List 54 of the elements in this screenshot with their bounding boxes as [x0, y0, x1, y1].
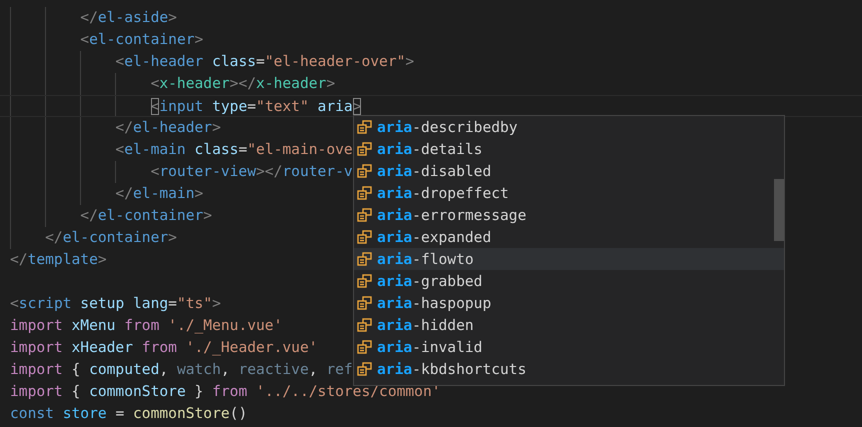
suggestion-label: aria-hidden: [377, 316, 474, 334]
suggestion-label: aria-errormessage: [377, 206, 526, 224]
boxes-icon: [357, 274, 372, 288]
suggestion-label: aria-expanded: [377, 228, 492, 246]
code-line: import { commonStore } from '../../stores/common': [10, 382, 441, 402]
boxes-icon: [357, 230, 372, 244]
suggestion-label: aria-disabled: [377, 162, 492, 180]
suggestion-item[interactable]: aria-flowto: [354, 248, 784, 270]
suggestion-item[interactable]: aria-haspopup: [354, 292, 784, 314]
code-line: <router-view></router-v: [150, 162, 353, 182]
suggestion-label: aria-describedby: [377, 118, 518, 136]
boxes-icon: [357, 252, 372, 266]
boxes-icon: [357, 362, 372, 376]
boxes-icon: [357, 318, 372, 332]
suggestion-label: aria-grabbed: [377, 272, 482, 290]
code-line: </el-main>: [115, 184, 204, 204]
code-line: <el-main class="el-main-ove: [115, 140, 353, 160]
code-line: <el-header class="el-header-over">: [115, 52, 414, 72]
suggestion-label: aria-flowto: [377, 250, 474, 268]
code-line: import xMenu from './_Menu.vue': [10, 316, 282, 336]
suggestion-item[interactable]: aria-describedby: [354, 116, 784, 138]
code-line: <script setup lang="ts">: [10, 294, 221, 314]
code-line: </el-header>: [115, 118, 221, 138]
scrollbar-thumb[interactable]: [774, 179, 784, 241]
boxes-icon: [357, 142, 372, 156]
suggestion-item[interactable]: aria-errormessage: [354, 204, 784, 226]
code-line: </el-container>: [45, 228, 177, 248]
code-line: <x-header></x-header>: [150, 74, 336, 94]
code-line: </el-aside>: [80, 8, 177, 28]
boxes-icon: [357, 120, 372, 134]
boxes-icon: [357, 296, 372, 310]
code-line: const store = commonStore(): [10, 404, 248, 424]
boxes-icon: [357, 164, 372, 178]
suggestion-label: aria-invalid: [377, 338, 482, 356]
suggestion-item[interactable]: aria-hidden: [354, 314, 784, 336]
boxes-icon: [357, 186, 372, 200]
suggestion-label: aria-haspopup: [377, 294, 492, 312]
suggestion-label: aria-dropeffect: [377, 184, 509, 202]
code-line: </template>: [10, 250, 107, 270]
suggestion-item[interactable]: aria-dropeffect: [354, 182, 784, 204]
suggestion-label: aria-details: [377, 140, 482, 158]
suggestion-item[interactable]: aria-kbdshortcuts: [354, 358, 784, 380]
suggestion-label: aria-kbdshortcuts: [377, 360, 526, 378]
suggestion-item[interactable]: aria-expanded: [354, 226, 784, 248]
boxes-icon: [357, 340, 372, 354]
suggestion-item[interactable]: aria-disabled: [354, 160, 784, 182]
suggestion-item[interactable]: aria-details: [354, 138, 784, 160]
suggestion-item[interactable]: aria-invalid: [354, 336, 784, 358]
code-line: import { computed, watch, reactive, ref: [10, 360, 353, 380]
code-line: import xHeader from './_Header.vue': [10, 338, 318, 358]
suggestion-item[interactable]: aria-grabbed: [354, 270, 784, 292]
boxes-icon: [357, 208, 372, 222]
code-line: <el-container>: [80, 30, 204, 50]
code-line: </el-container>: [80, 206, 212, 226]
